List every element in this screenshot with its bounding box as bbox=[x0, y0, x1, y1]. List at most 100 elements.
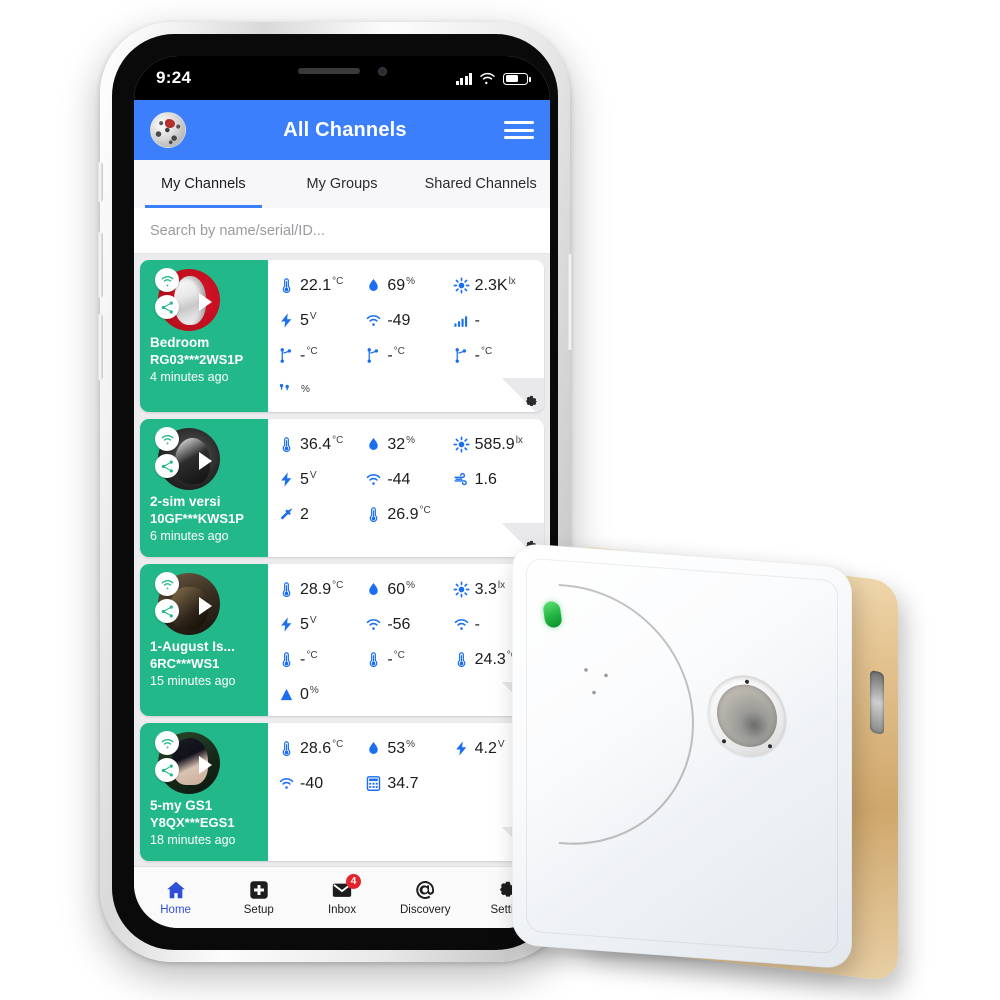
expand-play-icon[interactable] bbox=[199, 756, 212, 774]
channel-card[interactable]: 2-sim versi 10GF***KWS1P 6 minutes ago 3… bbox=[140, 419, 544, 557]
humidity-drop-icon bbox=[369, 437, 379, 451]
channel-card[interactable]: 5-my GS1 Y8QX***EGS1 18 minutes ago 28.6… bbox=[140, 723, 544, 861]
signal-bars-icon bbox=[454, 316, 467, 327]
sensor-value: 1.6 bbox=[474, 470, 497, 488]
channel-avatar-wrap bbox=[155, 427, 220, 490]
sensor-value: 53 bbox=[387, 739, 406, 757]
sensor-unit: lx bbox=[497, 579, 506, 591]
wifi-icon bbox=[279, 778, 294, 789]
sensor-reading: 2.3K lx bbox=[451, 268, 538, 303]
wind-icon bbox=[454, 473, 467, 486]
channel-card-side: Bedroom RG03***2WS1P 4 minutes ago bbox=[140, 260, 268, 412]
plus-box-icon bbox=[250, 881, 268, 899]
channel-sensors: 22.1 °C 69% 2.3K lx 5 V -49 - - °C - °C … bbox=[268, 260, 544, 412]
channel-card[interactable]: Bedroom RG03***2WS1P 4 minutes ago 22.1 °… bbox=[140, 260, 544, 412]
sensor-reading: 0% bbox=[276, 677, 363, 712]
wifi-icon bbox=[454, 619, 468, 630]
app-header: All Channels bbox=[134, 100, 550, 160]
sensor-reading: 28.6 °C bbox=[276, 731, 363, 766]
sensor-unit: % bbox=[406, 738, 416, 750]
share-badge-icon bbox=[155, 599, 179, 623]
usb-port bbox=[870, 669, 884, 736]
nav-label: Home bbox=[160, 904, 191, 916]
sensor-value: 36.4 bbox=[300, 435, 332, 453]
sensor-value: -49 bbox=[387, 311, 411, 329]
nav-item-home[interactable]: Home bbox=[134, 879, 217, 916]
sensor-unit: °C bbox=[393, 649, 405, 661]
tab-bar: My Channels My Groups Shared Channels bbox=[134, 160, 550, 208]
nav-item-setup[interactable]: Setup bbox=[217, 879, 300, 916]
channel-time: 6 minutes ago bbox=[150, 528, 229, 543]
channel-card[interactable]: 1-August Is... 6RC***WS1 15 minutes ago … bbox=[140, 564, 544, 716]
sensor-reading: -49 bbox=[363, 303, 450, 338]
at-sign-icon bbox=[416, 881, 435, 899]
status-time: 9:24 bbox=[156, 68, 192, 87]
channel-settings-button[interactable] bbox=[500, 378, 544, 412]
nav-item-discovery[interactable]: Discovery bbox=[384, 879, 467, 916]
sensor-value: 3.3 bbox=[474, 580, 497, 598]
sensor-value: 2 bbox=[300, 505, 309, 523]
search-bar[interactable] bbox=[134, 208, 550, 254]
white-square-sensor-device bbox=[512, 542, 912, 982]
phone-power-button[interactable] bbox=[567, 254, 573, 350]
channel-card-side: 2-sim versi 10GF***KWS1P 6 minutes ago bbox=[140, 419, 268, 557]
home-icon bbox=[166, 881, 185, 899]
sensor-value: 0 bbox=[300, 685, 309, 703]
brightness-sun-icon bbox=[453, 277, 470, 294]
sensor-reading: - bbox=[451, 303, 538, 338]
expand-play-icon[interactable] bbox=[199, 452, 212, 470]
wifi-icon bbox=[367, 619, 381, 630]
sensor-value: 69 bbox=[387, 276, 406, 294]
sensor-reading: 5V bbox=[276, 607, 363, 642]
probe-node-icon bbox=[280, 348, 292, 363]
phone-mute-switch[interactable] bbox=[97, 162, 103, 202]
search-input[interactable] bbox=[150, 222, 534, 239]
device-front-face bbox=[512, 542, 852, 970]
sensor-unit: V bbox=[309, 310, 317, 322]
channel-time: 18 minutes ago bbox=[150, 832, 236, 847]
channel-avatar-wrap bbox=[155, 572, 220, 635]
sensor-unit: °C bbox=[306, 649, 318, 661]
thermometer-icon bbox=[369, 507, 378, 523]
wifi-badge-icon bbox=[155, 572, 179, 596]
sensor-value: -44 bbox=[387, 470, 411, 488]
tab-my-groups[interactable]: My Groups bbox=[273, 160, 412, 208]
expand-play-icon[interactable] bbox=[199, 293, 212, 311]
sensor-value: - bbox=[474, 346, 480, 364]
expand-play-icon[interactable] bbox=[199, 597, 212, 615]
sensor-reading: - °C bbox=[276, 642, 363, 677]
sensor-reading: 69% bbox=[363, 268, 450, 303]
phone-volume-down-button[interactable] bbox=[97, 314, 103, 380]
port-screw bbox=[745, 679, 749, 684]
sensor-reading: - °C bbox=[363, 338, 450, 373]
sensor-reading: 2 bbox=[276, 497, 363, 532]
sensor-reading: % bbox=[276, 373, 363, 408]
sensor-value: 26.9 bbox=[387, 505, 419, 523]
sensor-reading: 585.9 lx bbox=[451, 427, 538, 462]
channel-name: 1-August Is... bbox=[150, 639, 235, 654]
inbox-badge: 4 bbox=[346, 874, 361, 889]
sensor-reading: - °C bbox=[451, 338, 538, 373]
thermometer-icon bbox=[282, 741, 291, 757]
phone-volume-up-button[interactable] bbox=[97, 232, 103, 298]
thermometer-icon bbox=[282, 278, 291, 294]
thermometer-icon bbox=[457, 652, 465, 668]
wifi-badge-icon bbox=[155, 427, 179, 451]
sensor-unit: lx bbox=[515, 434, 523, 446]
sensor-port-mesh bbox=[717, 681, 777, 751]
tab-my-channels[interactable]: My Channels bbox=[134, 160, 273, 208]
channel-name: 5-my GS1 bbox=[150, 798, 213, 813]
sensor-value: - bbox=[474, 311, 480, 329]
sensor-unit: °C bbox=[332, 738, 344, 750]
nav-item-inbox[interactable]: 4 Inbox bbox=[300, 874, 383, 916]
sensor-value: 24.3 bbox=[474, 650, 506, 668]
tab-shared-channels[interactable]: Shared Channels bbox=[411, 160, 550, 208]
hamburger-menu-icon[interactable] bbox=[504, 115, 534, 145]
phone-screen: 9:24 All Channels My Channels My Groups … bbox=[134, 56, 550, 928]
nav-label: Setup bbox=[243, 904, 274, 916]
user-avatar[interactable] bbox=[150, 112, 186, 148]
sensor-reading: 28.9 °C bbox=[276, 572, 363, 607]
humidity-drop-icon bbox=[369, 278, 379, 292]
channel-list[interactable]: Bedroom RG03***2WS1P 4 minutes ago 22.1 °… bbox=[134, 254, 550, 874]
channel-sensors: 28.6 °C 53% 4.2 V -40 34.7 bbox=[268, 723, 544, 861]
